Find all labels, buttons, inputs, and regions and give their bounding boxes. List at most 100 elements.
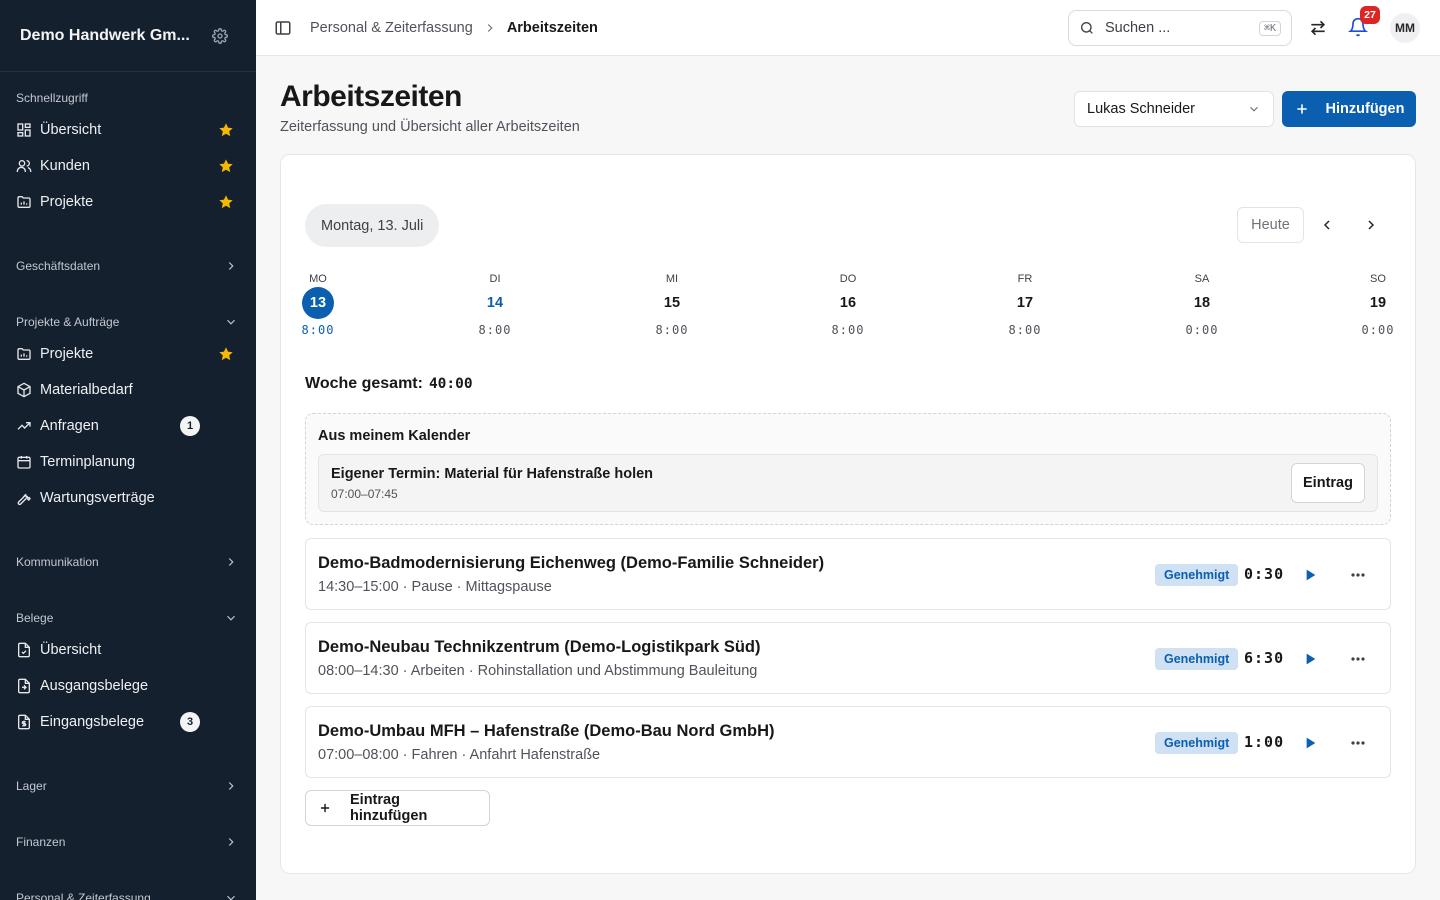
chevron-right-icon: [224, 259, 238, 273]
day-date: 18: [1193, 295, 1211, 311]
today-button[interactable]: Heute: [1237, 207, 1304, 243]
day-sunday[interactable]: SO 19 0:00: [1338, 271, 1418, 337]
package-icon: [16, 382, 32, 398]
create-entry-button[interactable]: Eintrag: [1291, 463, 1365, 503]
sidebar-item-label: Wartungsverträge: [40, 490, 155, 506]
entry-duration: 6:30: [1244, 649, 1285, 667]
time-entry[interactable]: Demo-Umbau MFH – Hafenstraße (Demo-Bau N…: [305, 706, 1391, 778]
day-date: 14: [486, 295, 504, 311]
sidebar-item-label: Übersicht: [40, 642, 102, 658]
day-name: FR: [1017, 273, 1033, 285]
section-belege[interactable]: Belege: [0, 608, 256, 628]
company-name[interactable]: Demo Handwerk Gm...: [20, 27, 190, 45]
search-placeholder: Suchen ...: [1105, 20, 1171, 36]
add-entry-button[interactable]: Eintrag hinzufügen: [305, 790, 490, 826]
sidebar-item-materialbedarf[interactable]: Materialbedarf: [0, 372, 256, 408]
day-thursday[interactable]: DO 16 8:00: [808, 271, 888, 337]
play-icon[interactable]: [1302, 567, 1318, 583]
sidebar-item-ausgangsbelege[interactable]: Ausgangsbelege: [0, 668, 256, 704]
breadcrumb-current: Arbeitszeiten: [506, 19, 598, 36]
sidebar-item-projekte-quick[interactable]: Projekte: [0, 184, 256, 220]
star-icon[interactable]: [218, 158, 234, 174]
week-strip: MO 13 8:00 DI 14 8:00 MI 15 8:00 DO 16 8…: [281, 271, 1417, 341]
page-title: Arbeitszeiten: [280, 80, 462, 113]
own-calendar-entry-title: Eigener Termin: Material für Hafenstraße…: [331, 466, 654, 482]
plus-icon: [318, 801, 332, 815]
dashboard-icon: [16, 122, 32, 138]
count-badge: 3: [180, 712, 200, 732]
section-personal-zeiterfassung[interactable]: Personal & Zeiterfassung: [0, 888, 256, 900]
chevron-left-icon[interactable]: [1319, 217, 1335, 233]
week-total-value: 40:00: [428, 376, 473, 392]
calendar-icon: [16, 454, 32, 470]
day-wednesday[interactable]: MI 15 8:00: [632, 271, 712, 337]
own-calendar-section: Aus meinem Kalender Eigener Termin: Mate…: [305, 413, 1391, 525]
day-name: SA: [1194, 273, 1210, 285]
day-saturday[interactable]: SA 18 0:00: [1162, 271, 1242, 337]
sidebar-header: Demo Handwerk Gm...: [0, 0, 256, 72]
play-icon[interactable]: [1302, 651, 1318, 667]
star-icon[interactable]: [218, 122, 234, 138]
sidebar-item-eingangsbelege[interactable]: Eingangsbelege 3: [0, 704, 256, 740]
section-projekte-auftraege[interactable]: Projekte & Aufträge: [0, 312, 256, 332]
more-icon[interactable]: [1350, 656, 1366, 662]
own-calendar-title: Aus meinem Kalender: [318, 428, 471, 444]
time-entry[interactable]: Demo-Neubau Technikzentrum (Demo-Logisti…: [305, 622, 1391, 694]
topbar: Personal & Zeiterfassung Arbeitszeiten S…: [256, 0, 1440, 56]
play-icon[interactable]: [1302, 735, 1318, 751]
add-button[interactable]: Hinzufügen: [1282, 91, 1416, 127]
sidebar-item-belege-uebersicht[interactable]: Übersicht: [0, 632, 256, 668]
swap-icon[interactable]: [1308, 18, 1328, 38]
day-hours: 8:00: [301, 323, 335, 337]
avatar[interactable]: MM: [1390, 13, 1420, 43]
chevron-down-icon: [224, 315, 238, 329]
day-name: DO: [839, 273, 857, 285]
day-friday[interactable]: FR 17 8:00: [985, 271, 1065, 337]
own-calendar-entry-time: 07:00–07:45: [331, 487, 398, 501]
sidebar-item-label: Projekte: [40, 346, 94, 362]
search-shortcut: ⌘K: [1258, 20, 1281, 36]
more-icon[interactable]: [1350, 740, 1366, 746]
section-kommunikation[interactable]: Kommunikation: [0, 552, 256, 572]
star-icon[interactable]: [218, 346, 234, 362]
section-lager[interactable]: Lager: [0, 776, 256, 796]
wrench-icon: [16, 490, 32, 506]
chevron-right-icon: [483, 21, 497, 35]
day-name: DI: [489, 273, 501, 285]
gear-icon[interactable]: [212, 27, 228, 44]
chevron-right-icon[interactable]: [1363, 217, 1379, 233]
star-icon[interactable]: [218, 194, 234, 210]
sidebar-item-kunden[interactable]: Kunden: [0, 148, 256, 184]
sidebar-item-uebersicht[interactable]: Übersicht: [0, 112, 256, 148]
file-check-icon: [16, 642, 32, 658]
day-date: 15: [663, 295, 681, 311]
section-finanzen[interactable]: Finanzen: [0, 832, 256, 852]
sidebar-item-label: Anfragen: [40, 418, 99, 434]
section-geschaeftsdaten[interactable]: Geschäftsdaten: [0, 256, 256, 276]
sidebar-item-label: Übersicht: [40, 122, 102, 138]
day-monday[interactable]: MO 13 8:00: [278, 271, 358, 337]
sidebar-item-anfragen[interactable]: Anfragen 1: [0, 408, 256, 444]
sidebar-item-label: Materialbedarf: [40, 382, 133, 398]
day-name: SO: [1370, 273, 1386, 285]
sidebar-item-wartungsvertraege[interactable]: Wartungsverträge: [0, 480, 256, 516]
sidebar-item-terminplanung[interactable]: Terminplanung: [0, 444, 256, 480]
sidebar-item-label: Terminplanung: [40, 454, 136, 470]
own-calendar-entry: Eigener Termin: Material für Hafenstraße…: [318, 454, 1378, 512]
search-icon: [1079, 20, 1095, 36]
search-input[interactable]: Suchen ... ⌘K: [1068, 10, 1292, 46]
more-icon[interactable]: [1350, 572, 1366, 578]
employee-select[interactable]: Lukas Schneider: [1074, 91, 1274, 127]
selected-date[interactable]: Montag, 13. Juli: [305, 204, 440, 247]
page-subtitle: Zeiterfassung und Übersicht aller Arbeit…: [280, 119, 580, 135]
day-name: MI: [665, 273, 679, 285]
chevron-right-icon: [224, 835, 238, 849]
breadcrumb: Personal & Zeiterfassung Arbeitszeiten: [310, 20, 598, 36]
day-hours: 8:00: [831, 323, 865, 337]
breadcrumb-parent[interactable]: Personal & Zeiterfassung: [310, 20, 473, 36]
sidebar-toggle-icon[interactable]: [274, 19, 292, 37]
employee-select-value: Lukas Schneider: [1087, 101, 1196, 117]
time-entry[interactable]: Demo-Badmodernisierung Eichenweg (Demo-F…: [305, 538, 1391, 610]
sidebar-item-projekte[interactable]: Projekte: [0, 336, 256, 372]
day-tuesday[interactable]: DI 14 8:00: [455, 271, 535, 337]
